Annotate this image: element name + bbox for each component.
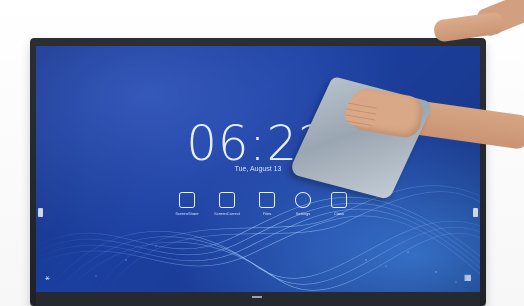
top-hand [432,11,506,43]
app-label: ScreenShare [175,211,199,216]
app-class[interactable]: Class [324,192,354,216]
app-dock: ScreenShare ScreenCorrect Files Settings… [172,192,358,226]
fingers [343,97,379,129]
product-photo: 06:22 Tue, August 13 ScreenShare ScreenC… [0,0,524,306]
logo-mark [252,296,262,298]
multi-screen-icon [219,192,235,208]
app-screencorrect[interactable]: ScreenCorrect [212,192,242,216]
app-label: Files [262,211,272,216]
bottom-panel [36,292,480,306]
app-label: ScreenCorrect [214,211,240,216]
app-label: Settings [295,211,311,216]
calendar-icon [331,192,347,208]
network-icon[interactable]: ⚹ [45,274,50,282]
gear-icon [295,192,311,208]
folder-icon [259,192,275,208]
app-label: Class [333,211,344,216]
app-files[interactable]: Files [252,192,282,216]
apps-grid-icon[interactable]: ▦ [464,274,472,282]
left-sidebar-tab[interactable] [38,208,43,217]
app-screenshare[interactable]: ScreenShare [172,192,202,216]
right-sidebar-tab[interactable] [473,208,478,217]
display-screen: 06:22 Tue, August 13 ScreenShare ScreenC… [36,46,480,292]
app-settings[interactable]: Settings [288,192,318,216]
clock-date: Tue, August 13 [234,166,282,173]
screen-share-icon [179,192,195,208]
